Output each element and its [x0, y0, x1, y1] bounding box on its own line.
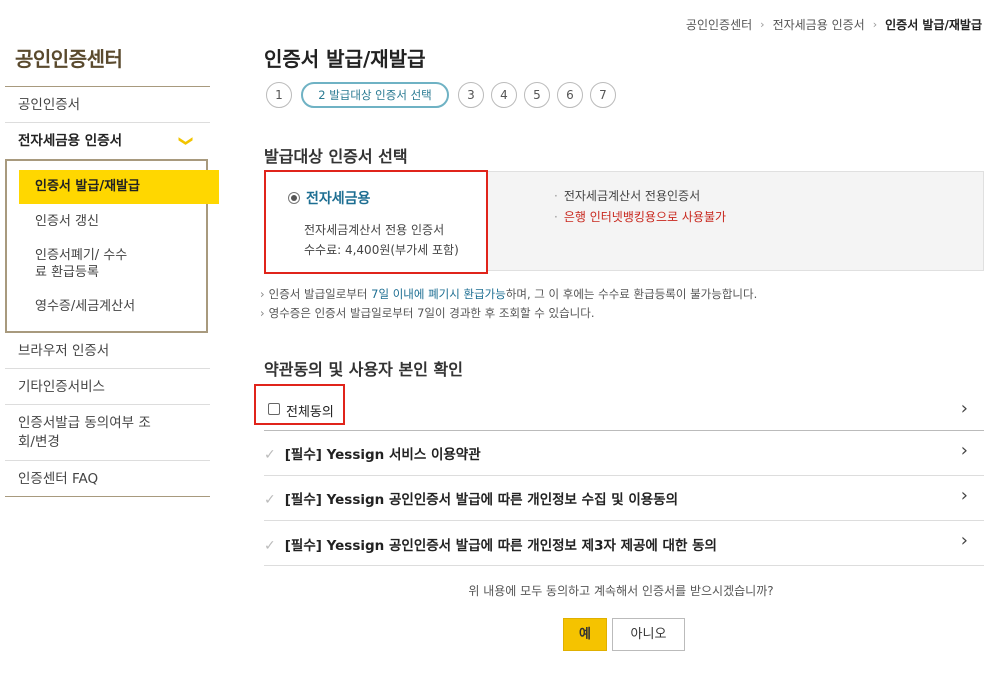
sidebar-item-faq[interactable]: 인증센터 FAQ: [5, 461, 210, 497]
step: 1: [266, 82, 292, 108]
cert-info-warning: · 은행 인터넷뱅킹용으로 사용불가: [554, 207, 726, 228]
cert-info-text: 전자세금계산서 전용인증서: [563, 189, 701, 203]
chevron-right-icon: ›: [872, 18, 878, 31]
confirm-question: 위 내용에 모두 동의하고 계속해서 인증서를 받으시겠습니까?: [468, 584, 774, 598]
divider: [264, 565, 984, 566]
terms-label: [필수] Yessign 서비스 이용약관: [284, 447, 481, 463]
check-icon: ✓: [264, 447, 276, 463]
notes: › 인증서 발급일로부터 7일 이내에 폐기시 환급가능하며, 그 이 후에는 수…: [260, 285, 757, 323]
note-receipt: › 영수증은 인증서 발급일로부터 7일이 경과한 후 조회할 수 있습니다.: [260, 304, 757, 323]
breadcrumb-item[interactable]: 공인인증센터: [686, 16, 752, 33]
terms-label: [필수] Yessign 공인인증서 발급에 따른 개인정보 수집 및 이용동의: [284, 492, 678, 508]
terms-row[interactable]: ✓ [필수] Yessign 공인인증서 발급에 따른 개인정보 수집 및 이용동…: [264, 488, 984, 508]
cert-info-line: · 전자세금계산서 전용인증서: [554, 186, 726, 207]
sidebar-subitem-label: 인증서폐기/ 수수료 환급등록: [35, 248, 128, 280]
note-text: 영수증은 인증서 발급일로부터 7일이 경과한 후 조회할 수 있습니다.: [268, 306, 595, 320]
sidebar-item-label: 브라우저 인증서: [18, 343, 110, 359]
sidebar-item-label: 기타인증서비스: [18, 379, 105, 395]
sidebar-subitem-revoke[interactable]: 인증서폐기/ 수수료 환급등록: [19, 240, 129, 289]
note-text: 하며, 그 이 후에는 수수료 환급등록이 불가능합니다.: [505, 287, 758, 301]
page-title: 인증서 발급/재발급: [264, 47, 426, 71]
chevron-right-icon: ›: [260, 287, 265, 301]
bullet-icon: ·: [554, 189, 558, 203]
cert-desc-text: 전자세금계산서 전용 인증서: [304, 223, 445, 237]
sidebar-item-label: 공인인증서: [18, 97, 81, 113]
agree-all-label[interactable]: 전체동의: [286, 401, 334, 420]
breadcrumb-current: 인증서 발급/재발급: [885, 18, 982, 32]
check-icon: ✓: [264, 538, 276, 554]
cert-fee: 수수료: 4,400원(부가세 포함): [304, 243, 459, 257]
sidebar-item-label: 인증센터 FAQ: [18, 471, 99, 487]
note-highlight: 7일 이내에 폐기시 환급가능: [371, 287, 506, 301]
sidebar-subitem-renew[interactable]: 인증서 갱신: [19, 204, 206, 240]
radio-selected-icon[interactable]: [288, 192, 300, 204]
sidebar-item-label: 전자세금용 인증서: [18, 133, 123, 149]
step: 6: [557, 82, 583, 108]
chevron-right-icon: ›: [760, 18, 765, 31]
terms-label: [필수] Yessign 공인인증서 발급에 따른 개인정보 제3자 제공에 대…: [284, 538, 717, 554]
no-button[interactable]: 아니오: [612, 618, 685, 651]
breadcrumb-item[interactable]: 전자세금용 인증서: [773, 16, 865, 33]
cert-info-warning-text: 은행 인터넷뱅킹용으로 사용불가: [563, 210, 727, 224]
note-refund: › 인증서 발급일로부터 7일 이내에 폐기시 환급가능하며, 그 이 후에는 수…: [260, 285, 757, 304]
step-indicator: 1 2 발급대상 인증서 선택 3 4 5 6 7: [266, 82, 616, 108]
chevron-right-icon[interactable]: ›: [961, 398, 968, 419]
divider: [264, 475, 984, 476]
agree-all-checkbox[interactable]: [268, 403, 280, 415]
chevron-right-icon[interactable]: ›: [961, 485, 968, 506]
sidebar-item-certificate[interactable]: 공인인증서: [5, 87, 210, 123]
terms-section-title: 약관동의 및 사용자 본인 확인: [264, 360, 463, 379]
sidebar-item-label: 인증서발급 동의여부 조회/변경: [18, 415, 151, 450]
step-current: 2 발급대상 인증서 선택: [301, 82, 449, 108]
sidebar-submenu: 인증서 발급/재발급 인증서 갱신 인증서폐기/ 수수료 환급등록 영수증/세금…: [5, 159, 219, 333]
step: 3: [458, 82, 484, 108]
check-icon: ✓: [264, 492, 276, 508]
note-text: 인증서 발급일로부터: [268, 287, 372, 301]
sidebar-subitem-receipt[interactable]: 영수증/세금계산서: [19, 289, 206, 325]
sidebar-menu: 공인인증서 전자세금용 인증서 ❯ 인증서 발급/재발급 인증서 갱신 인증서폐…: [5, 86, 219, 497]
cert-name: 전자세금용: [306, 191, 371, 207]
chevron-right-icon[interactable]: ›: [961, 530, 968, 551]
terms-row[interactable]: ✓ [필수] Yessign 공인인증서 발급에 따른 개인정보 제3자 제공에 …: [264, 534, 984, 554]
cert-section-title: 발급대상 인증서 선택: [264, 147, 408, 166]
divider: [264, 430, 984, 431]
sidebar-item-etax-certificate[interactable]: 전자세금용 인증서 ❯: [5, 123, 210, 159]
chevron-right-icon: ›: [260, 306, 265, 320]
chevron-right-icon[interactable]: ›: [961, 440, 968, 461]
sidebar-item-other-services[interactable]: 기타인증서비스: [5, 369, 210, 405]
sidebar-item-consent[interactable]: 인증서발급 동의여부 조회/변경: [5, 405, 210, 461]
cert-info: · 전자세금계산서 전용인증서 · 은행 인터넷뱅킹용으로 사용불가: [554, 186, 726, 228]
cert-description: 전자세금계산서 전용 인증서 수수료: 4,400원(부가세 포함): [304, 220, 486, 260]
sidebar-title: 공인인증센터: [15, 47, 123, 71]
terms-row[interactable]: ✓ [필수] Yessign 서비스 이용약관: [264, 443, 984, 463]
bullet-icon: ·: [554, 210, 558, 224]
step: 5: [524, 82, 550, 108]
step: 7: [590, 82, 616, 108]
divider: [264, 520, 984, 521]
sidebar-subitem-issue[interactable]: 인증서 발급/재발급: [19, 170, 219, 204]
cert-option-etax[interactable]: 전자세금용 전자세금계산서 전용 인증서 수수료: 4,400원(부가세 포함): [264, 170, 488, 274]
yes-button[interactable]: 예: [563, 618, 607, 651]
step: 4: [491, 82, 517, 108]
breadcrumb: 공인인증센터 › 전자세금용 인증서 › 인증서 발급/재발급: [686, 16, 982, 33]
chevron-down-icon: ❯: [178, 135, 195, 147]
sidebar-item-browser-certificate[interactable]: 브라우저 인증서: [5, 333, 210, 369]
